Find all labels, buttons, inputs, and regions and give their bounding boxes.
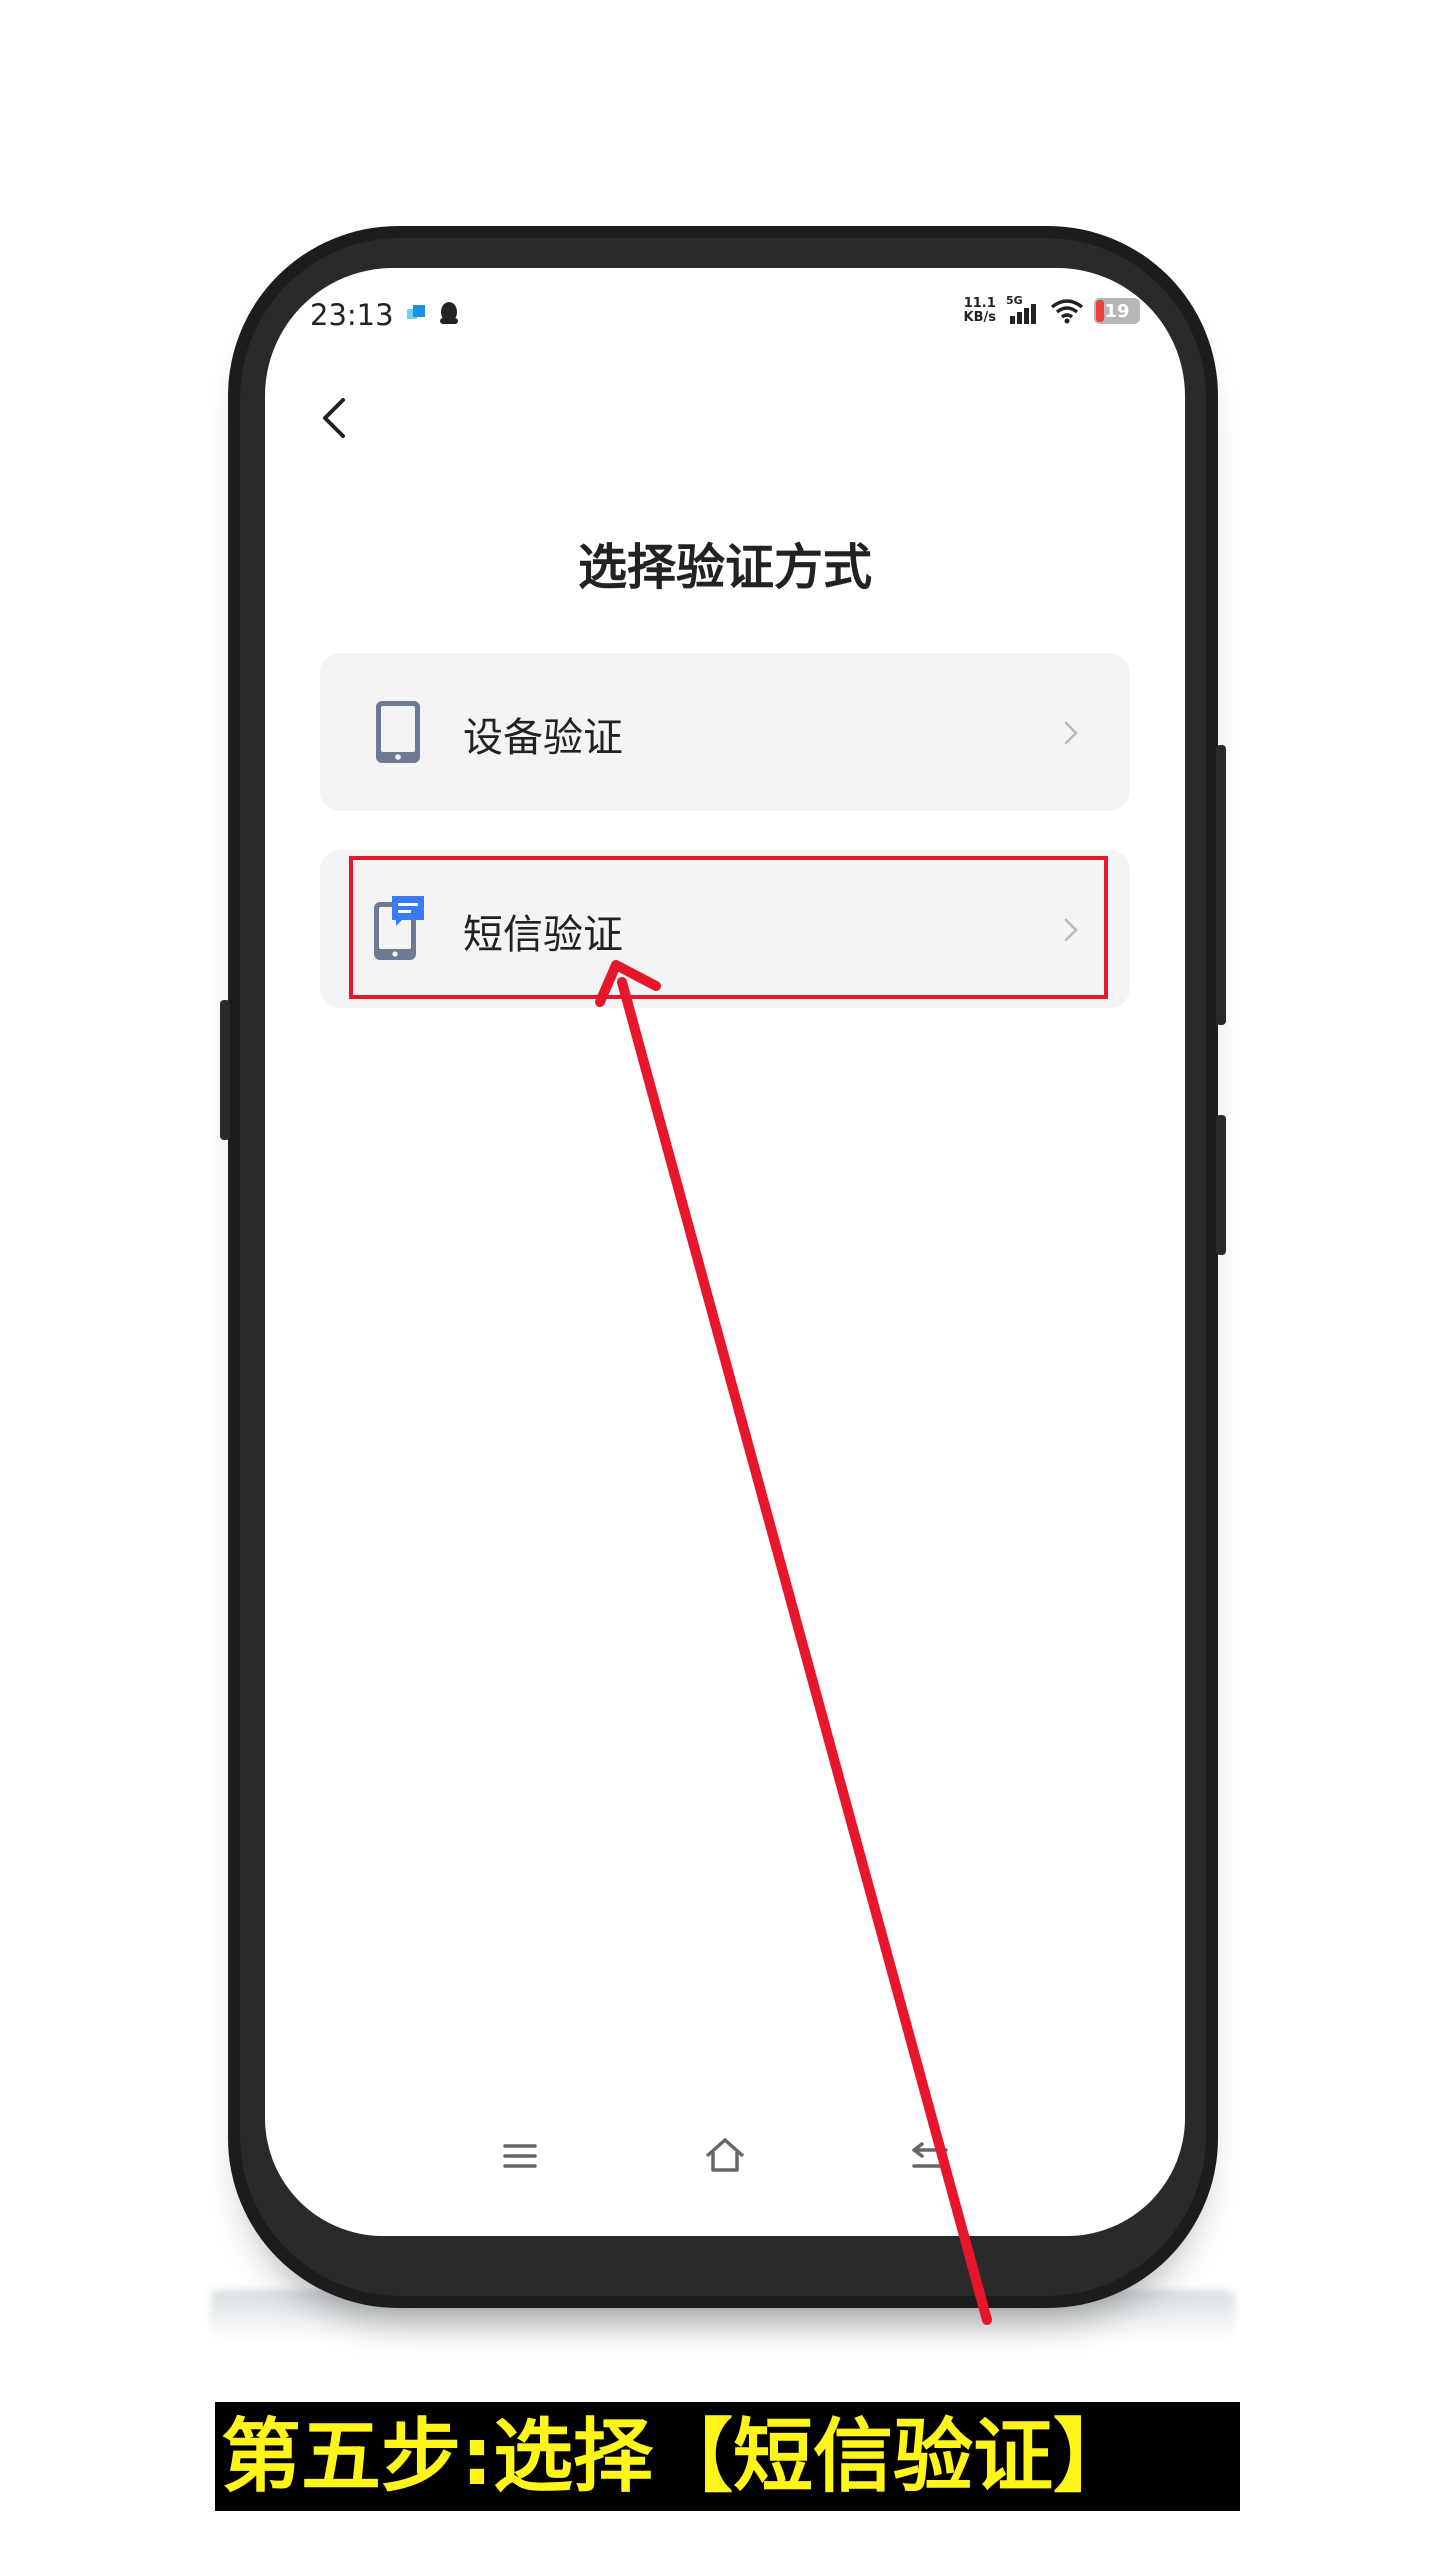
status-bar: 23:13 11.1 KB/s 5G 19 xyxy=(265,268,1185,358)
menu-icon[interactable] xyxy=(490,2126,550,2186)
tablet-icon xyxy=(376,701,420,763)
signal-icon: 5G xyxy=(1006,294,1040,326)
net-speed-unit: KB/s xyxy=(963,310,996,325)
battery-level: 19 xyxy=(1104,300,1130,322)
step-caption: 第五步:选择【短信验证】 xyxy=(215,2402,1240,2511)
return-icon[interactable] xyxy=(900,2126,960,2186)
net-speed: 11.1 KB/s xyxy=(964,297,996,325)
net-speed-value: 11.1 xyxy=(963,296,996,311)
page-title: 选择验证方式 xyxy=(577,539,872,596)
status-indicators: 11.1 KB/s 5G 19 xyxy=(964,294,1140,326)
option-label: 设备验证 xyxy=(463,715,623,761)
status-time: 23:13 xyxy=(310,298,394,332)
back-arrow-icon[interactable] xyxy=(305,388,365,448)
navigation-bar xyxy=(265,2116,1185,2196)
highlight-box xyxy=(349,856,1108,999)
chevron-right-icon xyxy=(1064,721,1078,745)
phone-screen: 23:13 11.1 KB/s 5G 19 选择验证方式 设备验证 短信验证 xyxy=(265,268,1185,2236)
app-notification-icon xyxy=(407,305,425,319)
volume-button xyxy=(220,1000,230,1140)
home-icon[interactable] xyxy=(695,2126,755,2186)
battery-icon: 19 xyxy=(1094,298,1140,324)
wifi-icon xyxy=(1050,299,1084,324)
power-button xyxy=(1216,745,1226,1025)
option-device-verification[interactable]: 设备验证 xyxy=(320,653,1130,811)
qq-icon xyxy=(440,302,458,324)
notification-icons xyxy=(405,300,461,328)
side-button xyxy=(1216,1115,1226,1255)
battery-low-indicator xyxy=(1096,300,1104,322)
